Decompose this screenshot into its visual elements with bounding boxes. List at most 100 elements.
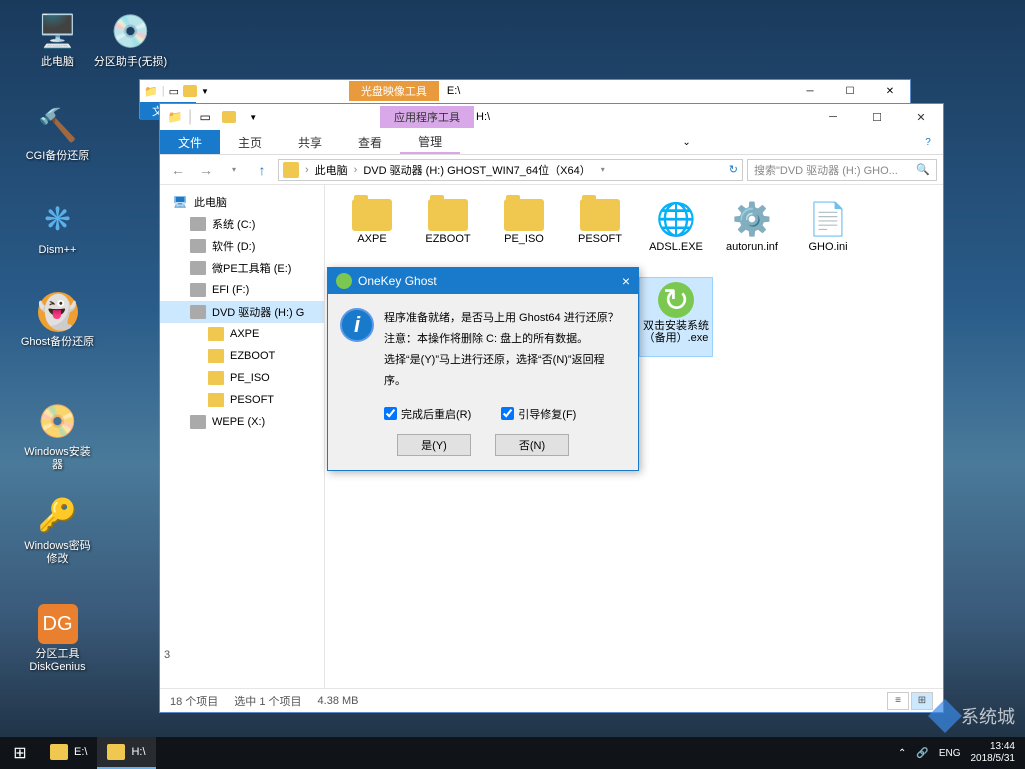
- view-icons-button[interactable]: ⊞: [911, 692, 933, 710]
- file-item[interactable]: AXPE: [335, 195, 409, 275]
- tree-item[interactable]: PE_ISO: [160, 367, 324, 389]
- qat-new-icon[interactable]: [183, 85, 197, 97]
- yes-button[interactable]: 是(Y): [397, 434, 471, 456]
- desktop-icon-dism[interactable]: ❋Dism++: [20, 198, 95, 257]
- ribbon-expand-icon[interactable]: ⌄: [672, 130, 702, 154]
- chevron-right-icon[interactable]: ›: [301, 164, 313, 176]
- bootfix-checkbox-input[interactable]: [501, 407, 514, 420]
- ribbon-help-icon[interactable]: ?: [913, 130, 943, 154]
- exe-net-icon: 🌐: [654, 199, 698, 239]
- no-button[interactable]: 否(N): [495, 434, 569, 456]
- dialog-close-button[interactable]: ×: [622, 273, 630, 289]
- desktop-icon-diskgenius[interactable]: DG分区工具DiskGenius: [20, 604, 95, 674]
- close-button[interactable]: ✕: [899, 104, 943, 130]
- maximize-button[interactable]: ☐: [855, 104, 899, 130]
- tray-expand-icon[interactable]: ⌃: [898, 748, 906, 759]
- restart-checkbox-input[interactable]: [384, 407, 397, 420]
- qat-app-icon: 📁: [144, 85, 158, 98]
- tree-item[interactable]: EZBOOT: [160, 345, 324, 367]
- file-item[interactable]: EZBOOT: [411, 195, 485, 275]
- file-item[interactable]: PESOFT: [563, 195, 637, 275]
- search-input[interactable]: 搜索"DVD 驱动器 (H:) GHO... 🔍: [747, 159, 937, 181]
- tree-item[interactable]: 系统 (C:): [160, 213, 324, 235]
- tree-item[interactable]: 🖥此电脑: [160, 191, 324, 213]
- status-count: 18 个项目: [170, 693, 218, 709]
- folder-icon: [504, 199, 544, 231]
- chevron-right-icon[interactable]: ›: [350, 164, 362, 176]
- tree-item-label: 系统 (C:): [212, 216, 255, 232]
- tree-scroll-count: 3: [164, 649, 170, 661]
- restart-checkbox[interactable]: 完成后重启(R): [384, 406, 471, 422]
- ribbon-tab-home[interactable]: 主页: [220, 130, 280, 154]
- taskbar: ⊞ E:\ H:\ ⌃ 🔗 ENG 13:44 2018/5/31: [0, 737, 1025, 769]
- nav-recent-button[interactable]: ▾: [222, 158, 246, 182]
- tree-item[interactable]: DVD 驱动器 (H:) G: [160, 301, 324, 323]
- nav-back-button[interactable]: ←: [166, 158, 190, 182]
- file-item[interactable]: ↻双击安装系统（备用）.exe: [639, 277, 713, 357]
- qat-sep: |: [188, 108, 192, 126]
- desktop-icon-partition[interactable]: 💿分区助手(无损): [93, 10, 168, 69]
- desktop-icon-thispc[interactable]: 🖥️此电脑: [20, 10, 95, 69]
- tree-item-label: AXPE: [230, 328, 259, 340]
- view-details-button[interactable]: ≡: [887, 692, 909, 710]
- maximize-button[interactable]: ☐: [830, 80, 870, 102]
- nav-up-button[interactable]: ↑: [250, 158, 274, 182]
- minimize-button[interactable]: ─: [790, 80, 830, 102]
- tray-clock[interactable]: 13:44 2018/5/31: [971, 741, 1016, 765]
- breadcrumb-pc[interactable]: 此电脑: [315, 162, 348, 178]
- qat-dropdown-icon[interactable]: ▼: [201, 87, 209, 96]
- tree-item[interactable]: 软件 (D:): [160, 235, 324, 257]
- ribbon-tab-share[interactable]: 共享: [280, 130, 340, 154]
- status-selected: 选中 1 个项目: [234, 693, 301, 709]
- qat-props-icon[interactable]: ▭: [169, 85, 179, 98]
- qat-dropdown-icon[interactable]: ▼: [242, 107, 264, 127]
- drive-label: H:\: [476, 111, 490, 123]
- exe-ghost-icon: ↻: [658, 282, 694, 318]
- titlebar[interactable]: 📁 | ▭ ▼ 应用程序工具 H:\ ─ ☐ ✕: [160, 104, 943, 130]
- file-item[interactable]: 📄GHO.ini: [791, 195, 865, 275]
- tray-net-icon[interactable]: 🔗: [916, 748, 928, 759]
- tree-item[interactable]: EFI (F:): [160, 279, 324, 301]
- file-item[interactable]: 🌐ADSL.EXE: [639, 195, 713, 275]
- refresh-icon[interactable]: ↻: [729, 163, 738, 176]
- qat-props-icon[interactable]: ▭: [194, 107, 216, 127]
- ribbon-tab-view[interactable]: 查看: [340, 130, 400, 154]
- qat-new-icon[interactable]: [218, 107, 240, 127]
- nav-tree: 🖥此电脑系统 (C:) 软件 (D:)微PE工具箱 (E:) EFI (F:) DVD…: [160, 185, 325, 688]
- tree-item[interactable]: WEPE (X:): [160, 411, 324, 433]
- ribbon-tab-file[interactable]: 文件: [160, 130, 220, 154]
- desktop-icon-wininstall[interactable]: 📀Windows安装器: [20, 400, 95, 472]
- ghost-icon: 👻: [38, 292, 78, 332]
- file-item[interactable]: ⚙️autorun.inf: [715, 195, 789, 275]
- breadcrumb-drive[interactable]: DVD 驱动器 (H:) GHOST_WIN7_64位（X64）: [363, 162, 590, 178]
- tree-item-label: EFI (F:): [212, 284, 249, 296]
- drive-label: E:\: [447, 85, 460, 97]
- search-icon[interactable]: 🔍: [916, 163, 930, 176]
- breadcrumb-dropdown[interactable]: ▾: [597, 165, 609, 174]
- desktop-icon-winpwd[interactable]: 🔑Windows密码修改: [20, 494, 95, 566]
- tree-item[interactable]: PESOFT: [160, 389, 324, 411]
- nav-forward-button[interactable]: →: [194, 158, 218, 182]
- tool-tab: 光盘映像工具: [349, 81, 439, 101]
- drive-icon: [190, 217, 206, 231]
- bootfix-checkbox[interactable]: 引导修复(F): [501, 406, 576, 422]
- desktop-icon-cgi[interactable]: 🔨CGI备份还原: [20, 104, 95, 163]
- start-button[interactable]: ⊞: [0, 737, 40, 769]
- ribbon-tab-manage[interactable]: 管理: [400, 130, 460, 154]
- taskbar-item-e[interactable]: E:\: [40, 737, 97, 769]
- close-button[interactable]: ✕: [870, 80, 910, 102]
- file-item[interactable]: PE_ISO: [487, 195, 561, 275]
- folder-icon: [208, 327, 224, 341]
- status-bar: 18 个项目 选中 1 个项目 4.38 MB ≡ ⊞: [160, 688, 943, 712]
- tray-lang[interactable]: ENG: [939, 748, 961, 759]
- watermark: 系统城: [933, 703, 1015, 729]
- tree-item-label: PE_ISO: [230, 372, 270, 384]
- tree-item[interactable]: AXPE: [160, 323, 324, 345]
- dialog-titlebar[interactable]: OneKey Ghost ×: [328, 268, 638, 294]
- tree-item[interactable]: 微PE工具箱 (E:): [160, 257, 324, 279]
- minimize-button[interactable]: ─: [811, 104, 855, 130]
- drive-icon: [190, 283, 206, 297]
- breadcrumb[interactable]: › 此电脑 › DVD 驱动器 (H:) GHOST_WIN7_64位（X64）…: [278, 159, 743, 181]
- desktop-icon-ghost[interactable]: 👻Ghost备份还原: [20, 292, 95, 349]
- taskbar-item-h[interactable]: H:\: [97, 737, 155, 769]
